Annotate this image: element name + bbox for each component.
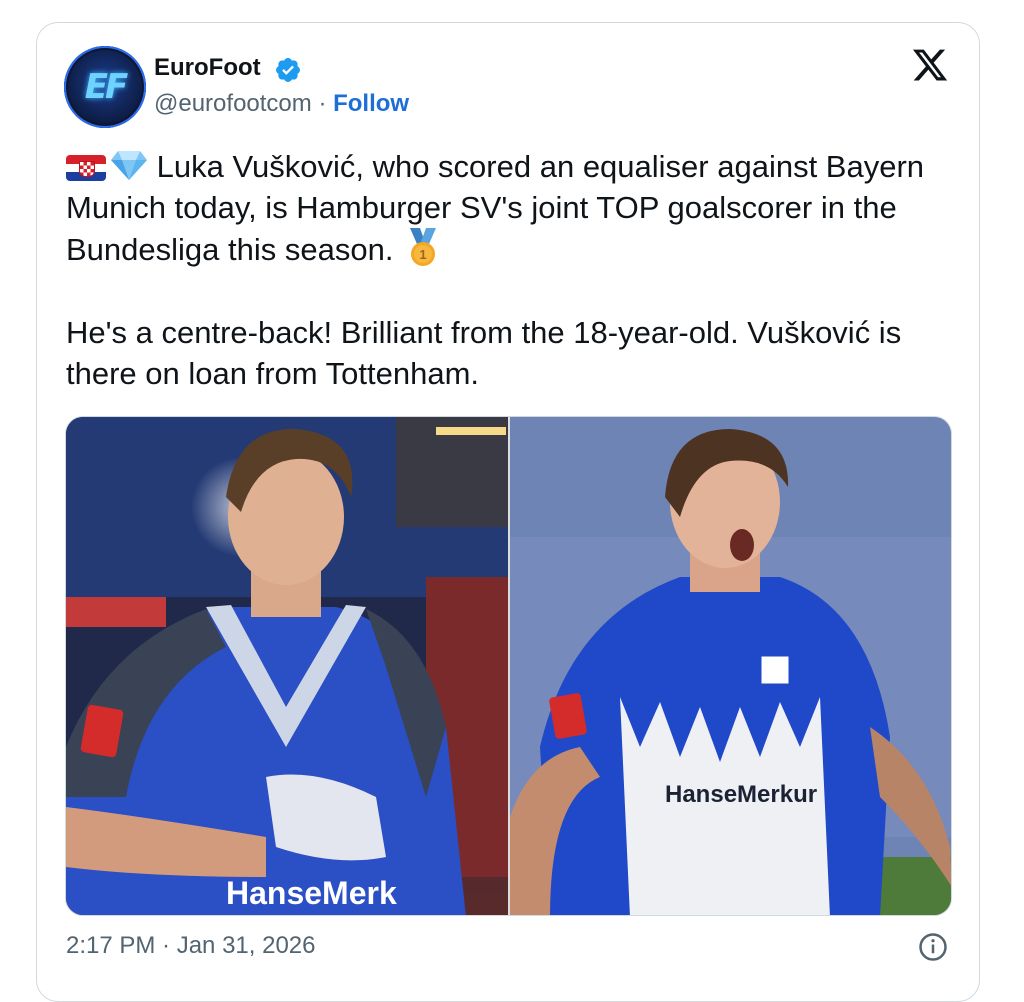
follow-button[interactable]: Follow — [333, 90, 409, 117]
author-handle-row: @eurofootcom · Follow — [154, 90, 409, 118]
author-handle[interactable]: @eurofootcom — [154, 90, 312, 117]
gem-stone-icon — [111, 151, 147, 180]
photo1-jersey-text: HanseMerk — [226, 875, 397, 911]
player-photo-1[interactable]: HanseMerk — [66, 417, 508, 915]
svg-text:1: 1 — [419, 247, 426, 262]
tweet-text-paragraph-1: Luka Vušković, who scored an equaliser a… — [66, 146, 966, 270]
player-photo-1-image: HanseMerk — [66, 417, 508, 915]
handle-separator: · — [311, 90, 334, 117]
verified-badge-icon — [276, 58, 300, 82]
info-icon[interactable] — [918, 932, 948, 962]
tweet-text-1: Luka Vušković, who scored an equaliser a… — [66, 149, 925, 267]
avatar-logo: EF — [84, 67, 128, 107]
tweet-text-paragraph-2: He's a centre-back! Brilliant from the 1… — [66, 315, 902, 391]
photo2-jersey-text: HanseMerkur — [665, 781, 817, 808]
croatia-flag-icon — [66, 155, 106, 181]
first-place-medal-icon: 1 — [410, 228, 437, 266]
tweet-timestamp[interactable]: 2:17 PM · Jan 31, 2026 — [66, 932, 316, 960]
player-photo-2[interactable]: HanseMerkur — [510, 417, 951, 915]
x-logo-icon[interactable] — [910, 46, 950, 84]
author-avatar[interactable]: EF — [64, 46, 146, 128]
author-name[interactable]: EuroFoot — [154, 54, 261, 82]
tweet-media-grid: HanseMerk HanseMerkur — [65, 416, 952, 916]
player-photo-2-image: HanseMerkur — [510, 417, 951, 915]
